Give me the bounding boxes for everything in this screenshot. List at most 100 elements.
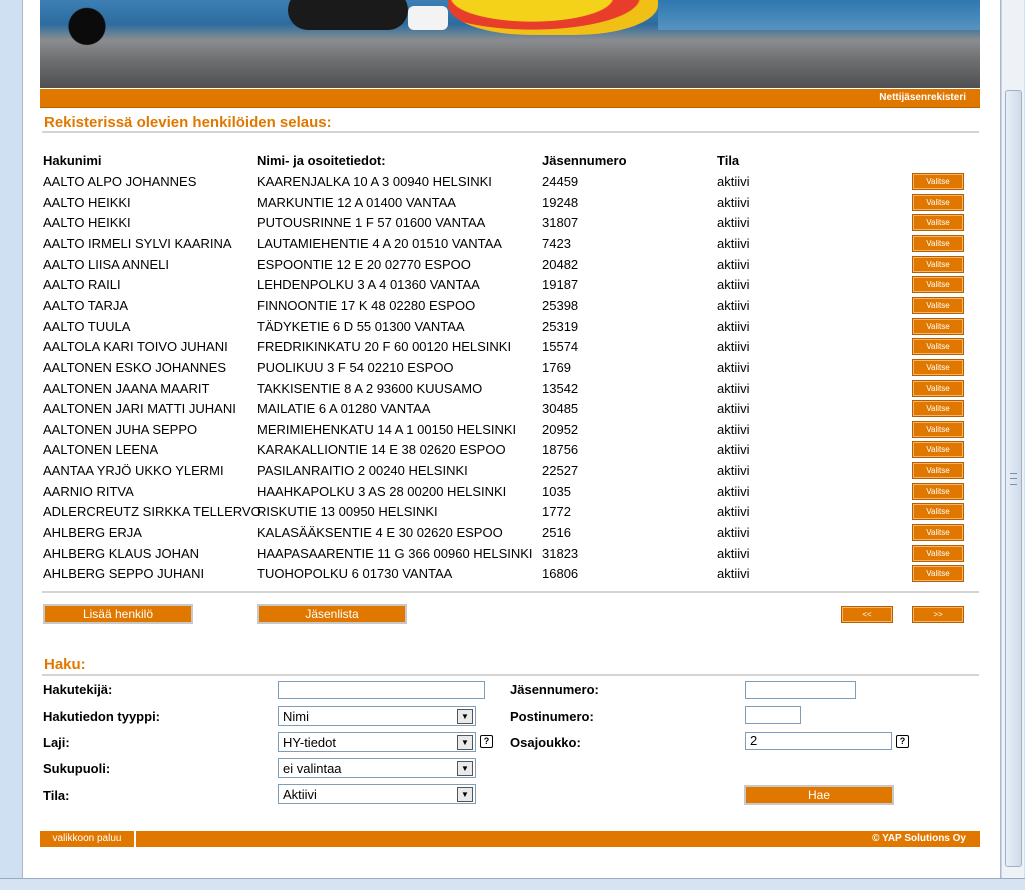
row-address: PUOLIKUU 3 F 54 02210 ESPOO: [257, 360, 454, 375]
row-address: TÄDYKETIE 6 D 55 01300 VANTAA: [257, 319, 465, 334]
table-row: AALTONEN JUHA SEPPO MERIMIEHENKATU 14 A 1…: [0, 420, 980, 440]
browse-title: Rekisterissä olevien henkilöiden selaus:: [44, 114, 332, 131]
table-row: AALTO TARJA FINNOONTIE 17 K 48 02280 ESPO…: [0, 296, 980, 316]
select-button[interactable]: Valitse: [912, 400, 964, 417]
select-button[interactable]: Valitse: [912, 297, 964, 314]
select-button[interactable]: Valitse: [912, 256, 964, 273]
select-button[interactable]: Valitse: [912, 462, 964, 479]
select-button[interactable]: Valitse: [912, 503, 964, 520]
add-person-button[interactable]: Lisää henkilö: [43, 604, 193, 624]
table-row: AALTO HEIKKI MARKUNTIE 12 A 01400 VANTAA 1…: [0, 193, 980, 213]
row-status: aktiivi: [717, 546, 750, 561]
row-search-name: AALTO HEIKKI: [43, 195, 131, 210]
chevron-down-icon[interactable]: ▼: [457, 709, 473, 724]
select-button[interactable]: Valitse: [912, 235, 964, 252]
row-status: aktiivi: [717, 401, 750, 416]
row-search-name: AALTO ALPO JOHANNES: [43, 174, 197, 189]
select-button[interactable]: Valitse: [912, 565, 964, 582]
back-to-menu-link[interactable]: valikkoon paluu: [40, 831, 136, 847]
select-button[interactable]: Valitse: [912, 441, 964, 458]
member-list-button[interactable]: Jäsenlista: [257, 604, 407, 624]
chevron-down-icon[interactable]: ▼: [457, 735, 473, 750]
row-address: HAAHKAPOLKU 3 AS 28 00200 HELSINKI: [257, 484, 507, 499]
table-row: AALTO HEIKKI PUTOUSRINNE 1 F 57 01600 VAN…: [0, 213, 980, 233]
row-status: aktiivi: [717, 381, 750, 396]
select-button[interactable]: Valitse: [912, 338, 964, 355]
top-bar: Nettijäsenrekisteri: [40, 89, 980, 108]
column-header-member-number: Jäsennumero: [542, 153, 627, 168]
member-number-input[interactable]: [745, 681, 856, 699]
help-icon[interactable]: ?: [896, 735, 909, 748]
select-button[interactable]: Valitse: [912, 524, 964, 541]
previous-page-button[interactable]: <<: [841, 606, 893, 623]
row-search-name: AALTO RAILI: [43, 277, 121, 292]
row-address: ESPOONTIE 12 E 20 02770 ESPOO: [257, 257, 471, 272]
chevron-down-icon[interactable]: ▼: [457, 787, 473, 802]
row-member-number: 31807: [542, 215, 579, 230]
search-divider: [42, 674, 979, 676]
status-value: Aktiivi: [283, 787, 317, 802]
select-button[interactable]: Valitse: [912, 483, 964, 500]
table-row: AALTONEN ESKO JOHANNES PUOLIKUU 3 F 54 02…: [0, 358, 980, 378]
row-search-name: AHLBERG SEPPO JUHANI: [43, 566, 205, 581]
row-member-number: 20482: [542, 257, 579, 272]
next-page-button[interactable]: >>: [912, 606, 964, 623]
row-address: MARKUNTIE 12 A 01400 VANTAA: [257, 195, 456, 210]
select-button[interactable]: Valitse: [912, 545, 964, 562]
select-button[interactable]: Valitse: [912, 276, 964, 293]
row-member-number: 16806: [542, 566, 579, 581]
vertical-scrollbar[interactable]: [1001, 0, 1024, 878]
help-icon[interactable]: ?: [480, 735, 493, 748]
status-select[interactable]: Aktiivi ▼: [278, 784, 476, 804]
select-button[interactable]: Valitse: [912, 359, 964, 376]
subset-input[interactable]: [745, 732, 892, 750]
row-member-number: 2516: [542, 525, 571, 540]
row-status: aktiivi: [717, 463, 750, 478]
chevron-down-icon[interactable]: ▼: [457, 761, 473, 776]
row-address: KAARENJALKA 10 A 3 00940 HELSINKI: [257, 174, 492, 189]
row-search-name: AALTONEN JARI MATTI JUHANI: [43, 401, 236, 416]
row-status: aktiivi: [717, 484, 750, 499]
banner-person-shirt: [408, 6, 448, 30]
select-button[interactable]: Valitse: [912, 421, 964, 438]
select-button[interactable]: Valitse: [912, 380, 964, 397]
select-button[interactable]: Valitse: [912, 173, 964, 190]
search-term-input[interactable]: [278, 681, 485, 699]
search-button[interactable]: Hae: [744, 785, 894, 805]
table-row: AHLBERG SEPPO JUHANI TUOHOPOLKU 6 01730 V…: [0, 564, 980, 584]
row-status: aktiivi: [717, 298, 750, 313]
row-address: PASILANRAITIO 2 00240 HELSINKI: [257, 463, 468, 478]
row-search-name: AANTAA YRJÖ UKKO YLERMI: [43, 463, 224, 478]
row-address: MAILATIE 6 A 01280 VANTAA: [257, 401, 431, 416]
gender-select[interactable]: ei valintaa ▼: [278, 758, 476, 778]
table-row: AALTONEN JAANA MAARIT TAKKISENTIE 8 A 2 9…: [0, 379, 980, 399]
select-button[interactable]: Valitse: [912, 194, 964, 211]
search-type-select[interactable]: Nimi ▼: [278, 706, 476, 726]
column-header-search-name: Hakunimi: [43, 153, 102, 168]
register-link[interactable]: Nettijäsenrekisteri: [879, 92, 966, 103]
header-banner-image: [40, 0, 980, 88]
postal-code-input[interactable]: [745, 706, 801, 724]
select-button[interactable]: Valitse: [912, 318, 964, 335]
table-row: AALTO RAILI LEHDENPOLKU 3 A 4 01360 VANTA…: [0, 275, 980, 295]
kind-value: HY-tiedot: [283, 735, 336, 750]
table-row: AHLBERG KLAUS JOHAN HAAPASAARENTIE 11 G 3…: [0, 544, 980, 564]
select-button[interactable]: Valitse: [912, 214, 964, 231]
scrollbar-thumb[interactable]: [1005, 90, 1022, 867]
row-status: aktiivi: [717, 174, 750, 189]
row-member-number: 1772: [542, 504, 571, 519]
row-status: aktiivi: [717, 257, 750, 272]
row-status: aktiivi: [717, 442, 750, 457]
copyright-text: © YAP Solutions Oy: [872, 833, 966, 844]
row-member-number: 19187: [542, 277, 579, 292]
row-status: aktiivi: [717, 339, 750, 354]
member-number-label: Jäsennumero:: [510, 682, 599, 697]
scrollbar-grip-icon: [1010, 473, 1017, 485]
row-status: aktiivi: [717, 360, 750, 375]
row-address: MERIMIEHENKATU 14 A 1 00150 HELSINKI: [257, 422, 517, 437]
status-label: Tila:: [43, 788, 70, 803]
kind-select[interactable]: HY-tiedot ▼: [278, 732, 476, 752]
row-address: KALASÄÄKSENTIE 4 E 30 02620 ESPOO: [257, 525, 503, 540]
row-search-name: AALTO TUULA: [43, 319, 131, 334]
row-member-number: 15574: [542, 339, 579, 354]
